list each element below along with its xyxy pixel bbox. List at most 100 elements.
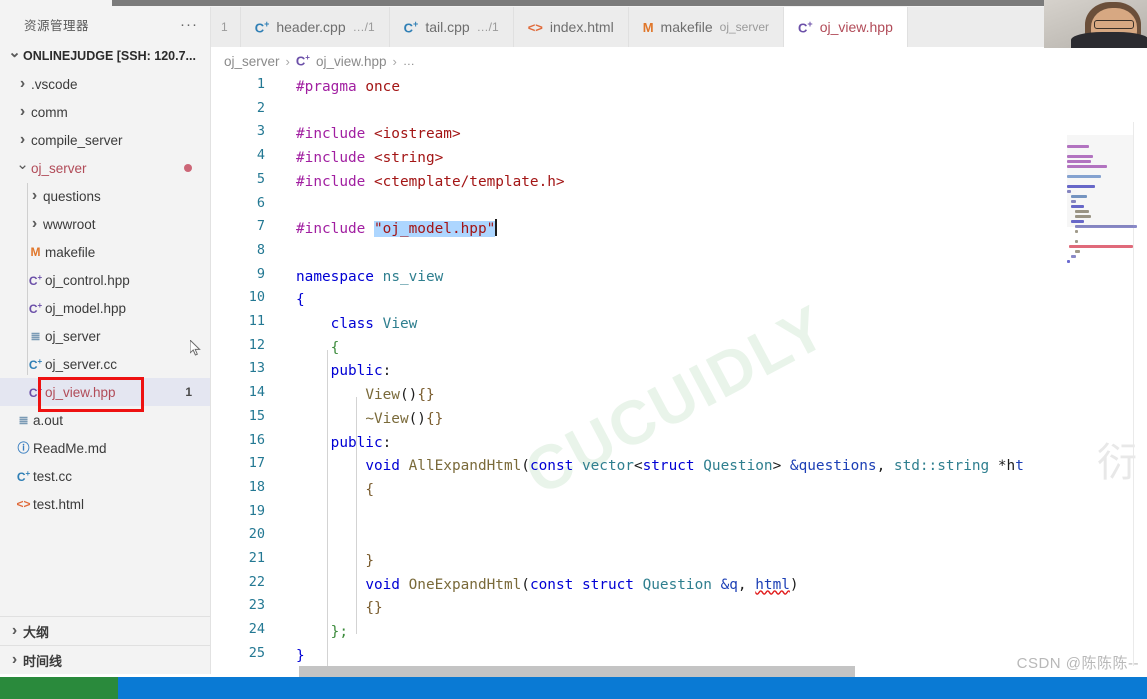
workspace-root-row[interactable]: ONLINEJUDGE [SSH: 120.7...	[0, 42, 210, 70]
chevron-right-icon	[6, 623, 23, 639]
code-area[interactable]: CUCUIDLY 衍 1 2 3 4 5 6 7 8 9 10 11 12 13…	[211, 75, 1147, 674]
html-icon: <>	[527, 19, 543, 35]
html-icon: <>	[16, 497, 31, 511]
tree-item-label: compile_server	[31, 132, 123, 148]
makefile-icon: M	[642, 19, 654, 35]
sidebar-section-outline[interactable]: 大纲	[0, 616, 210, 645]
minimap-slider[interactable]	[1067, 135, 1133, 227]
minimap-line	[1075, 230, 1078, 233]
binary-file-icon: ≣	[18, 413, 29, 427]
code-line-5: #include <ctemplate/template.h>	[296, 173, 565, 190]
tree-item-compile-server[interactable]: compile_server	[0, 126, 210, 154]
cpp-source-icon: C+	[254, 18, 270, 36]
cpp-header-icon: C+	[295, 53, 310, 69]
cpp-source-icon: C+	[16, 468, 31, 484]
tree-item-label: ReadMe.md	[33, 440, 107, 456]
breadcrumb-root[interactable]: oj_server	[224, 54, 280, 69]
explorer-header: 资源管理器 ···	[0, 7, 210, 42]
line-number: 25	[248, 644, 265, 661]
tree-item-comm[interactable]: comm	[0, 98, 210, 126]
tab-index-html[interactable]: <> index.html	[513, 7, 629, 47]
binary-file-icon: ≣	[30, 329, 41, 343]
tree-item-oj-server-cc[interactable]: C+ oj_server.cc	[0, 350, 210, 378]
sidebar-section-label: 大纲	[23, 624, 50, 640]
tab-label: oj_view.hpp	[819, 19, 893, 35]
breadcrumb-tail[interactable]: …	[403, 54, 415, 68]
tree-item-makefile[interactable]: M makefile	[0, 238, 210, 266]
more-actions-icon[interactable]: ···	[180, 17, 198, 32]
code-line-11: class View	[330, 316, 418, 332]
chevron-right-icon: ›	[285, 53, 290, 69]
chevron-right-icon	[26, 216, 43, 232]
tree-item-test-cc[interactable]: C+ test.cc	[0, 462, 210, 490]
tab-label: makefile	[660, 19, 713, 35]
minimap-line	[1067, 175, 1101, 178]
tab-suffix: oj_server	[719, 20, 770, 34]
code-line-20: }	[365, 553, 374, 569]
minimap-line	[1075, 225, 1137, 228]
tree-item-label: .vscode	[31, 76, 78, 92]
code-line-16: public:	[330, 434, 392, 451]
info-icon: ⓘ	[17, 441, 30, 455]
minimap-line	[1067, 190, 1071, 193]
tab-tail-cpp[interactable]: C+ tail.cpp …/1	[389, 7, 514, 47]
minimap-separator	[1133, 122, 1134, 674]
chevron-right-icon	[14, 76, 31, 92]
title-bar-drag-region[interactable]	[112, 0, 1147, 6]
tree-item-oj-model-hpp[interactable]: C+ oj_model.hpp	[0, 294, 210, 322]
tree-item-label: oj_server	[31, 160, 87, 176]
tree-item-questions[interactable]: questions	[0, 182, 210, 210]
chevron-right-icon	[14, 104, 31, 120]
cpp-header-icon: C+	[28, 384, 43, 400]
tree-item-test-html[interactable]: <> test.html	[0, 490, 210, 518]
tree-item-oj-control-hpp[interactable]: C+ oj_control.hpp	[0, 266, 210, 294]
status-bar[interactable]	[0, 677, 1147, 699]
tree-item-vscode[interactable]: .vscode	[0, 70, 210, 98]
tab-suffix: …/1	[476, 20, 499, 34]
tree-item-label: test.html	[33, 496, 85, 512]
cpp-source-icon: C+	[28, 356, 43, 372]
tree-item-oj-server-binary[interactable]: ≣ oj_server	[0, 322, 210, 350]
minimap-line	[1067, 260, 1070, 263]
text-caret	[495, 219, 498, 237]
minimap-line	[1071, 205, 1084, 208]
workspace-root-label: ONLINEJUDGE [SSH: 120.7...	[23, 49, 196, 63]
code-line-10: {	[296, 292, 305, 309]
minimap-line	[1075, 210, 1089, 213]
tab-label: header.cpp	[276, 19, 346, 35]
explorer-title: 资源管理器	[24, 19, 90, 33]
makefile-icon: M	[30, 245, 41, 259]
minimap-line	[1071, 195, 1087, 198]
tab-makefile[interactable]: M makefile oj_server	[628, 7, 785, 47]
tree-item-label: questions	[43, 188, 101, 204]
cpp-header-icon: C+	[28, 272, 43, 288]
tree-item-oj-server-folder[interactable]: oj_server	[0, 154, 210, 182]
tab-label: tail.cpp	[425, 19, 470, 35]
code-line-22: {}	[365, 600, 383, 617]
chevron-down-icon	[14, 161, 31, 176]
tree-item-label: oj_server.cc	[45, 356, 118, 372]
code-line-15: ~View(){}	[365, 410, 444, 427]
status-bar-remote-indicator[interactable]	[0, 677, 118, 699]
tab-label: index.html	[549, 19, 614, 35]
tree-item-wwwroot[interactable]: wwwroot	[0, 210, 210, 238]
tree-item-a-out[interactable]: ≣ a.out	[0, 406, 210, 434]
code-line-24: }	[296, 647, 305, 664]
tab-partial-left[interactable]: 1	[211, 7, 241, 47]
minimap-line	[1071, 200, 1076, 203]
minimap[interactable]	[1067, 135, 1137, 435]
tab-header-cpp[interactable]: C+ header.cpp …/1	[240, 7, 390, 47]
tree-item-label: oj_view.hpp	[45, 384, 116, 400]
code-line-9: namespace ns_view	[296, 268, 444, 285]
breadcrumb-file[interactable]: oj_view.hpp	[316, 54, 387, 69]
cpp-header-icon: C+	[28, 300, 43, 316]
tab-oj-view-hpp[interactable]: C+ oj_view.hpp	[784, 7, 908, 47]
sidebar-bottom-sections: 大纲 时间线	[0, 616, 210, 674]
tree-item-oj-view-hpp[interactable]: C+ oj_view.hpp 1	[0, 378, 210, 406]
cpp-header-icon: C+	[798, 18, 813, 36]
horizontal-scrollbar-thumb[interactable]	[299, 666, 855, 677]
code-line-3: #include <iostream>	[296, 126, 461, 143]
tree-item-readme-md[interactable]: ⓘ ReadMe.md	[0, 434, 210, 462]
tab-suffix: 1	[221, 20, 228, 34]
sidebar-section-timeline[interactable]: 时间线	[0, 645, 210, 674]
